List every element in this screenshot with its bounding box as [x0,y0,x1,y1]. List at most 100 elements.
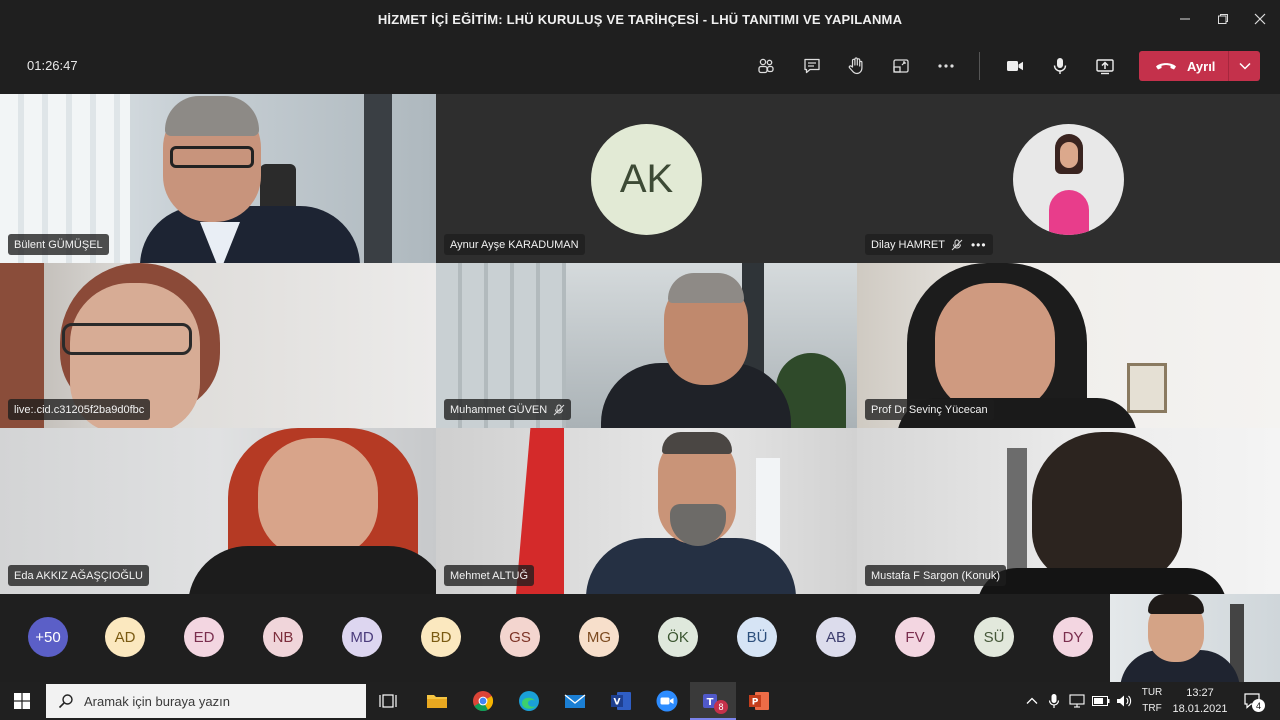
camera-button[interactable] [998,50,1032,82]
photo-outfit [1049,190,1089,235]
self-view[interactable] [1110,594,1280,682]
chip-initials: GS [509,628,531,646]
participant-chip[interactable]: ED [184,617,224,657]
person-torso [586,538,796,594]
chip-initials: MG [586,628,612,646]
leave-options-button[interactable] [1228,51,1260,81]
speaker-icon [1117,695,1132,707]
meeting-toolbar: 01:26:47 Ayrıl [0,38,1280,94]
powerpoint-icon[interactable]: P [746,688,772,714]
participant-name-label: Eda AKKIZ AĞAŞÇIOĞLU [8,565,149,586]
participants-icon [758,58,774,74]
input-language[interactable]: TUR [1138,687,1166,698]
edge-icon[interactable] [516,688,542,714]
participant-chip[interactable]: BD [421,617,461,657]
video-tile-mustafa[interactable]: Mustafa F Sargon (Konuk) [857,428,1280,594]
more-icon [938,64,954,68]
participant-chip[interactable]: AD [105,617,145,657]
video-tile-dilay[interactable]: Dilay HAMRET ••• [857,94,1280,263]
participant-name-label: Aynur Ayşe KARADUMAN [444,234,585,255]
chat-icon [804,58,820,74]
video-tile-eda[interactable]: Eda AKKIZ AĞAŞÇIOĞLU [0,428,436,594]
rooms-icon [893,59,909,73]
maximize-button[interactable] [1203,0,1243,38]
battery-tray[interactable] [1090,682,1112,720]
chip-initials: DY [1062,628,1084,646]
teams-taskbar-button[interactable]: T 8 [690,682,736,720]
participant-chip[interactable]: MD [342,617,382,657]
clock-date[interactable]: 18.01.2021 [1168,703,1232,715]
participant-chip[interactable]: GS [500,617,540,657]
video-tile-mehmet[interactable]: Mehmet ALTUĞ [436,428,857,594]
chip-initials: NB [272,628,294,646]
video-tile-muhammet[interactable]: Muhammet GÜVEN [436,263,857,428]
mic-off-icon [951,239,963,250]
mic-off-icon [553,404,565,415]
person-face [935,283,1055,413]
visio-icon[interactable]: V [608,688,634,714]
teams-badge: 8 [714,700,728,714]
minimize-button[interactable] [1165,0,1205,38]
participant-name-label: Muhammet GÜVEN [444,399,572,420]
mail-icon[interactable] [562,688,588,714]
restore-icon [1218,14,1228,24]
eyeglasses [62,323,192,355]
participant-chip[interactable]: FV [895,617,935,657]
microphone-button[interactable] [1043,50,1077,82]
raise-hand-icon [848,57,863,75]
close-icon [1254,13,1266,25]
participants-button[interactable] [749,50,783,82]
clock-time[interactable]: 13:27 [1168,687,1232,699]
windows-taskbar: Aramak için buraya yazın V T 8 P TUR TRF… [0,682,1280,720]
start-button[interactable] [0,682,44,720]
video-tile-aynur[interactable]: AK Aynur Ayşe KARADUMAN [436,94,857,263]
zoom-icon[interactable] [654,688,680,714]
chat-button[interactable] [795,50,829,82]
share-screen-button[interactable] [1088,50,1122,82]
participant-name-label: live:.cid.c31205f2ba9d0fbc [8,399,151,420]
participant-avatar: AK [591,124,702,235]
participant-chip[interactable]: NB [263,617,303,657]
microphone-tray[interactable] [1044,682,1064,720]
volume-tray[interactable] [1113,682,1135,720]
mic-icon [1048,694,1060,708]
notification-center-button[interactable]: 4 [1238,682,1268,720]
title-bar: HİZMET İÇİ EĞİTİM: LHÜ KURULUŞ VE TARİHÇ… [0,0,1280,38]
participant-chip[interactable]: AB [816,617,856,657]
show-hidden-icons-button[interactable] [1022,682,1042,720]
file-explorer-icon[interactable] [424,688,450,714]
chrome-icon[interactable] [470,688,496,714]
window-frame [364,94,392,263]
person-hair [662,432,732,454]
tile-more-options[interactable]: ••• [971,238,987,252]
chip-initials: BD [430,628,452,646]
avatar-initials: AK [619,157,674,201]
participant-chip[interactable]: DY [1053,617,1093,657]
video-tile-bulent[interactable]: Bülent GÜMÜŞEL [0,94,436,263]
video-tile-live-cid[interactable]: live:.cid.c31205f2ba9d0fbc [0,263,436,428]
taskbar-search[interactable]: Aramak için buraya yazın [46,684,366,718]
raise-hand-button[interactable] [839,50,873,82]
camera-icon [1007,61,1023,71]
video-tile-sevinc[interactable]: Prof Dr Sevinç Yücecan [857,263,1280,428]
rooms-button[interactable] [884,50,918,82]
network-tray[interactable] [1066,682,1088,720]
participant-chip[interactable]: MG [579,617,619,657]
task-view-icon[interactable] [377,688,403,714]
participant-chip[interactable]: ÖK [658,617,698,657]
participant-name: Mustafa F Sargon (Konuk) [871,569,1001,582]
overflow-count: +50 [35,628,61,646]
svg-text:V: V [614,698,621,708]
participant-name-label: Prof Dr Sevinç Yücecan [865,399,994,420]
more-actions-button[interactable] [929,50,963,82]
leave-button[interactable]: Ayrıl [1139,51,1228,81]
chip-initials: FV [905,628,925,646]
participant-name: Dilay HAMRET [871,238,945,251]
participant-name-label: Mehmet ALTUĞ [444,565,535,586]
participant-chip[interactable]: SÜ [974,617,1014,657]
more-participants-button[interactable]: +50 [28,617,68,657]
window-title: HİZMET İÇİ EĞİTİM: LHÜ KURULUŞ VE TARİHÇ… [377,11,903,27]
close-button[interactable] [1240,0,1280,38]
input-method[interactable]: TRF [1138,703,1166,714]
participant-chip[interactable]: BÜ [737,617,777,657]
